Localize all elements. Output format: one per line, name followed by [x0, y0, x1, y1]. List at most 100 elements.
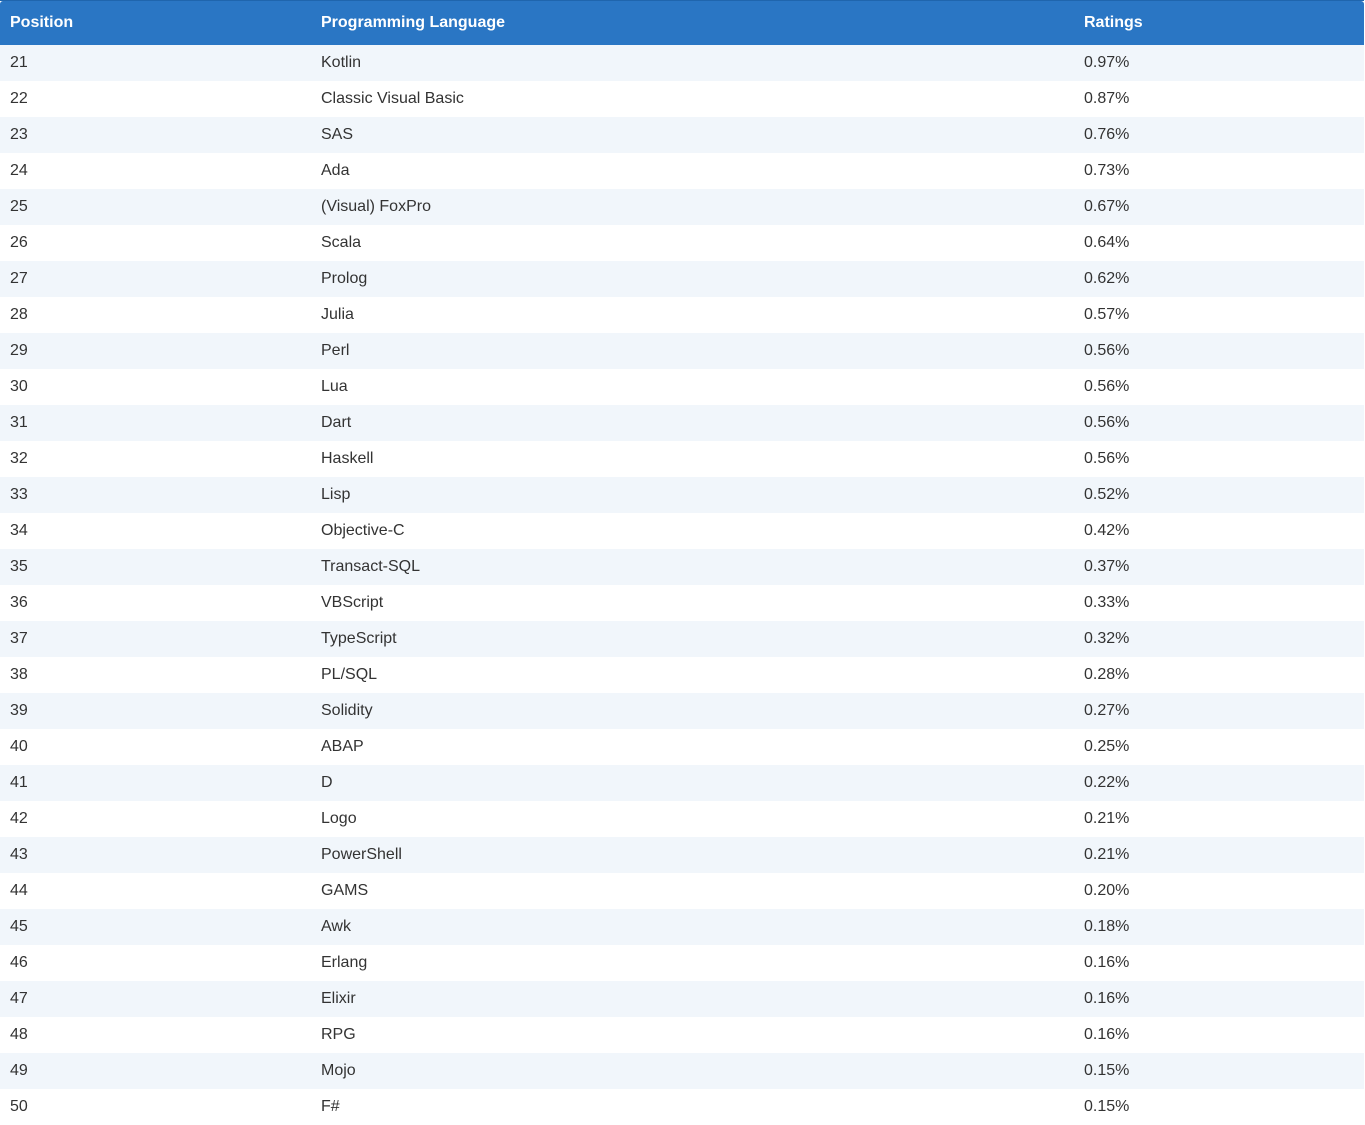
cell-language: F# — [311, 1088, 1074, 1125]
cell-position: 44 — [0, 872, 311, 909]
cell-position: 47 — [0, 980, 311, 1017]
cell-rating: 0.32% — [1074, 620, 1364, 657]
cell-position: 21 — [0, 44, 311, 81]
cell-position: 34 — [0, 512, 311, 549]
cell-position: 48 — [0, 1016, 311, 1053]
table-row: 34 Objective-C 0.42% — [0, 512, 1364, 549]
cell-language: ABAP — [311, 728, 1074, 765]
cell-rating: 0.16% — [1074, 980, 1364, 1017]
cell-rating: 0.27% — [1074, 692, 1364, 729]
cell-language: Lua — [311, 368, 1074, 405]
table-row: 27 Prolog 0.62% — [0, 260, 1364, 297]
cell-position: 45 — [0, 908, 311, 945]
header-position[interactable]: Position — [0, 0, 311, 45]
table-body: 21 Kotlin 0.97% 22 Classic Visual Basic 0.87%… — [0, 44, 1364, 1125]
cell-language: Julia — [311, 296, 1074, 333]
cell-rating: 0.16% — [1074, 944, 1364, 981]
table-row: 38 PL/SQL 0.28% — [0, 656, 1364, 693]
ranking-table: Position Programming Language Ratings 21… — [0, 0, 1364, 1125]
table-row: 30 Lua 0.56% — [0, 368, 1364, 405]
cell-position: 37 — [0, 620, 311, 657]
cell-language: GAMS — [311, 872, 1074, 909]
cell-language: Transact-SQL — [311, 548, 1074, 585]
table-row: 36 VBScript 0.33% — [0, 584, 1364, 621]
cell-position: 25 — [0, 188, 311, 225]
table-row: 21 Kotlin 0.97% — [0, 44, 1364, 81]
cell-rating: 0.21% — [1074, 836, 1364, 873]
cell-position: 38 — [0, 656, 311, 693]
cell-rating: 0.57% — [1074, 296, 1364, 333]
cell-position: 39 — [0, 692, 311, 729]
cell-language: Kotlin — [311, 44, 1074, 81]
cell-language: Perl — [311, 332, 1074, 369]
cell-rating: 0.20% — [1074, 872, 1364, 909]
cell-rating: 0.62% — [1074, 260, 1364, 297]
cell-position: 42 — [0, 800, 311, 837]
cell-position: 23 — [0, 116, 311, 153]
cell-position: 46 — [0, 944, 311, 981]
cell-rating: 0.25% — [1074, 728, 1364, 765]
cell-language: TypeScript — [311, 620, 1074, 657]
cell-rating: 0.56% — [1074, 368, 1364, 405]
table-row: 43 PowerShell 0.21% — [0, 836, 1364, 873]
cell-rating: 0.56% — [1074, 404, 1364, 441]
table-row: 22 Classic Visual Basic 0.87% — [0, 80, 1364, 117]
header-ratings[interactable]: Ratings — [1074, 0, 1364, 45]
cell-position: 40 — [0, 728, 311, 765]
cell-language: PL/SQL — [311, 656, 1074, 693]
table-header: Position Programming Language Ratings — [0, 0, 1364, 45]
cell-position: 28 — [0, 296, 311, 333]
cell-rating: 0.37% — [1074, 548, 1364, 585]
table-header-row: Position Programming Language Ratings — [0, 0, 1364, 45]
table-row: 44 GAMS 0.20% — [0, 872, 1364, 909]
table-row: 40 ABAP 0.25% — [0, 728, 1364, 765]
cell-language: PowerShell — [311, 836, 1074, 873]
table-row: 25 (Visual) FoxPro 0.67% — [0, 188, 1364, 225]
cell-position: 35 — [0, 548, 311, 585]
cell-position: 26 — [0, 224, 311, 261]
cell-rating: 0.64% — [1074, 224, 1364, 261]
cell-position: 36 — [0, 584, 311, 621]
cell-position: 31 — [0, 404, 311, 441]
table-row: 37 TypeScript 0.32% — [0, 620, 1364, 657]
table-row: 35 Transact-SQL 0.37% — [0, 548, 1364, 585]
table-row: 33 Lisp 0.52% — [0, 476, 1364, 513]
table-row: 23 SAS 0.76% — [0, 116, 1364, 153]
table-row: 50 F# 0.15% — [0, 1088, 1364, 1125]
cell-language: Solidity — [311, 692, 1074, 729]
cell-language: Erlang — [311, 944, 1074, 981]
cell-rating: 0.22% — [1074, 764, 1364, 801]
cell-rating: 0.33% — [1074, 584, 1364, 621]
cell-language: Objective-C — [311, 512, 1074, 549]
cell-language: Scala — [311, 224, 1074, 261]
cell-language: Dart — [311, 404, 1074, 441]
table-row: 26 Scala 0.64% — [0, 224, 1364, 261]
cell-rating: 0.15% — [1074, 1088, 1364, 1125]
table-row: 47 Elixir 0.16% — [0, 980, 1364, 1017]
cell-language: Logo — [311, 800, 1074, 837]
cell-rating: 0.21% — [1074, 800, 1364, 837]
cell-language: Lisp — [311, 476, 1074, 513]
cell-position: 50 — [0, 1088, 311, 1125]
cell-language: Prolog — [311, 260, 1074, 297]
header-language[interactable]: Programming Language — [311, 0, 1074, 45]
cell-position: 22 — [0, 80, 311, 117]
table-row: 39 Solidity 0.27% — [0, 692, 1364, 729]
cell-rating: 0.56% — [1074, 332, 1364, 369]
cell-language: Awk — [311, 908, 1074, 945]
cell-language: Mojo — [311, 1052, 1074, 1089]
cell-language: Elixir — [311, 980, 1074, 1017]
cell-language: (Visual) FoxPro — [311, 188, 1074, 225]
cell-position: 32 — [0, 440, 311, 477]
table-row: 49 Mojo 0.15% — [0, 1052, 1364, 1089]
table-row: 32 Haskell 0.56% — [0, 440, 1364, 477]
cell-rating: 0.56% — [1074, 440, 1364, 477]
cell-position: 24 — [0, 152, 311, 189]
cell-rating: 0.42% — [1074, 512, 1364, 549]
cell-rating: 0.28% — [1074, 656, 1364, 693]
cell-language: SAS — [311, 116, 1074, 153]
cell-rating: 0.16% — [1074, 1016, 1364, 1053]
table-row: 42 Logo 0.21% — [0, 800, 1364, 837]
cell-rating: 0.15% — [1074, 1052, 1364, 1089]
cell-rating: 0.76% — [1074, 116, 1364, 153]
